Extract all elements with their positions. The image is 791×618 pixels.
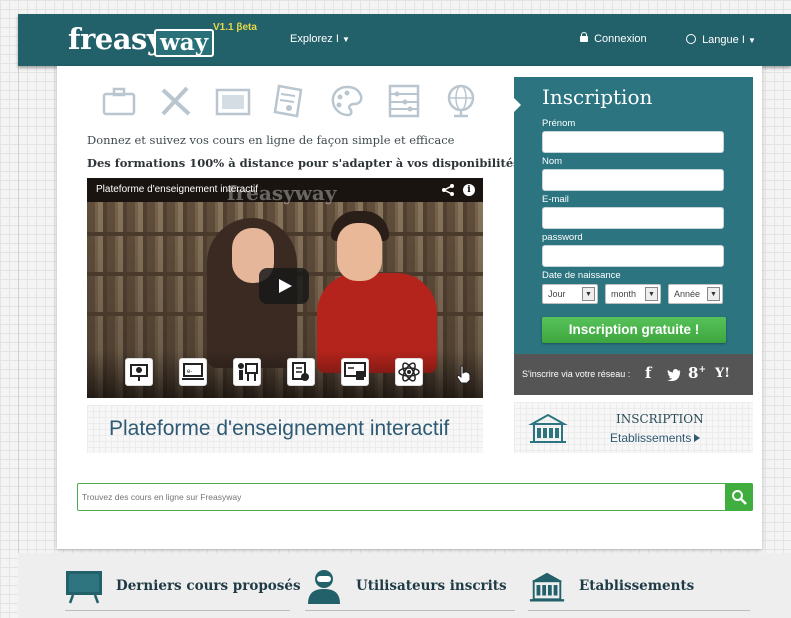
twitter-icon[interactable]	[667, 367, 681, 385]
day-select[interactable]: Jour ▼	[542, 284, 598, 304]
feature-underline	[305, 610, 515, 611]
feature-etablissements[interactable]: Etablissements	[528, 568, 750, 611]
connexion-label: Connexion	[594, 33, 647, 45]
email-input[interactable]	[542, 207, 724, 229]
year-select[interactable]: Année ▼	[668, 284, 723, 304]
birthdate-label: Date de naissance	[542, 270, 621, 281]
feature-utilisateurs-label: Utilisateurs inscrits	[356, 578, 507, 594]
palette-icon	[328, 82, 366, 120]
langue-label: Langue	[702, 34, 739, 46]
etablissements-link[interactable]: Etablissements	[610, 431, 701, 445]
form-notch	[513, 97, 521, 113]
inscription-form: Inscription Prénom Nom E-mail password D…	[513, 77, 753, 395]
globe-icon	[686, 34, 696, 44]
video-watermark: freasyway	[227, 181, 337, 205]
social-signup-bar: S'inscrire via votre réseau : f 8+ Y!	[514, 354, 753, 395]
month-select-value: month	[611, 289, 637, 299]
tagline-primary: Donnez et suivez vos cours en ligne de f…	[87, 133, 455, 147]
share-icon[interactable]	[441, 183, 455, 197]
logo-text-way: way	[154, 29, 215, 57]
nom-input[interactable]	[542, 169, 724, 191]
inscription-etablissements-box[interactable]: INSCRIPTION Etablissements	[514, 402, 753, 453]
chevron-down-icon: ▼	[645, 287, 658, 301]
feature-derniers-cours-label: Derniers cours proposés	[116, 578, 301, 594]
building-icon	[528, 568, 566, 604]
social-signup-label: S'inscrire via votre réseau :	[522, 369, 631, 379]
prenom-input[interactable]	[542, 131, 724, 153]
lock-icon	[580, 32, 588, 42]
video-person-man-face	[337, 223, 382, 281]
online-board-icon	[341, 358, 369, 386]
year-select-value: Année	[674, 289, 701, 299]
document-icon	[287, 358, 315, 386]
password-input[interactable]	[542, 245, 724, 267]
subject-icons-row	[100, 82, 480, 122]
arrow-right-icon	[694, 434, 701, 442]
connexion-link[interactable]: Connexion	[580, 32, 647, 45]
atom-icon	[395, 358, 423, 386]
abacus-icon	[385, 82, 423, 120]
plateforme-title: Plateforme d'enseignement interactif	[109, 417, 450, 440]
svg-text:e-: e-	[187, 369, 192, 375]
course-search-input[interactable]	[82, 488, 702, 506]
google-plus-icon[interactable]: 8+	[688, 364, 706, 382]
feature-underline	[528, 610, 750, 611]
building-icon	[528, 412, 568, 444]
intro-video-player[interactable]: Plateforme d'enseignement interactif fre…	[87, 178, 483, 398]
version-badge: V1.1 βeta	[213, 22, 257, 33]
top-navbar: freasy way V1.1 βeta Explorez I ▼ Connex…	[18, 14, 791, 66]
feature-utilisateurs[interactable]: Utilisateurs inscrits	[305, 568, 515, 611]
feature-derniers-cours[interactable]: Derniers cours proposés	[65, 568, 301, 611]
certificate-icon	[271, 82, 309, 120]
chevron-down-icon: ▼	[582, 287, 595, 301]
play-button[interactable]	[259, 268, 309, 304]
yahoo-icon[interactable]: Y!	[715, 366, 730, 381]
chevron-down-icon: ▼	[341, 35, 350, 44]
etablissements-link-label: Etablissements	[610, 431, 692, 445]
globe-icon	[442, 82, 480, 120]
tagline-secondary: Des formations 100% à distance pour s'ad…	[87, 156, 520, 170]
blackboard-icon	[65, 568, 103, 604]
course-search-bar	[77, 483, 753, 511]
password-label: password	[542, 232, 583, 243]
explorez-menu[interactable]: Explorez I ▼	[290, 33, 350, 45]
briefcase-icon	[100, 82, 138, 120]
plateforme-banner: Plateforme d'enseignement interactif	[87, 405, 483, 453]
feature-underline	[65, 610, 290, 611]
facebook-icon[interactable]: f	[645, 364, 651, 382]
user-icon	[305, 568, 343, 604]
day-select-value: Jour	[548, 289, 566, 299]
page-left-rule	[18, 66, 19, 618]
nom-label: Nom	[542, 156, 563, 167]
search-icon	[732, 490, 747, 505]
book-icon	[214, 82, 252, 120]
video-title-bar: Plateforme d'enseignement interactif fre…	[87, 178, 483, 205]
presentation-icon	[125, 358, 153, 386]
etablissements-box-title: INSCRIPTION	[616, 412, 704, 426]
logo-text-freasy: freasy	[68, 22, 164, 56]
hand-cursor-icon	[455, 364, 473, 384]
info-icon[interactable]: i	[463, 184, 475, 196]
pencil-ruler-icon	[157, 82, 195, 120]
chevron-down-icon: ▼	[747, 36, 756, 45]
email-label: E-mail	[542, 194, 569, 205]
explorez-label: Explorez	[290, 33, 333, 45]
langue-menu[interactable]: Langue I ▼	[686, 33, 756, 46]
chevron-down-icon: ▼	[707, 287, 720, 301]
search-button[interactable]	[725, 483, 753, 511]
inscription-submit-button[interactable]: Inscription gratuite !	[542, 317, 726, 343]
prenom-label: Prénom	[542, 118, 576, 129]
feature-etablissements-label: Etablissements	[579, 578, 695, 594]
month-select[interactable]: month ▼	[605, 284, 661, 304]
inscription-title: Inscription	[542, 85, 653, 109]
teacher-icon	[233, 358, 261, 386]
e-learning-icon: e-	[179, 358, 207, 386]
features-section: Derniers cours proposés Utilisateurs ins…	[18, 553, 791, 618]
